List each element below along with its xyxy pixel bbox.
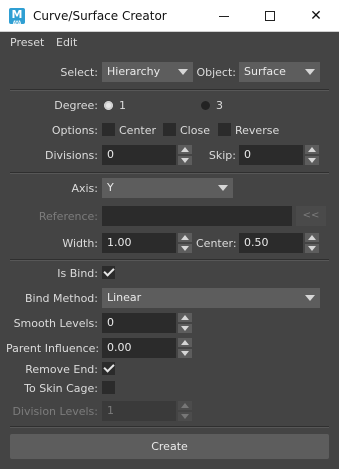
divisions-label: Divisions:	[44, 149, 98, 162]
axis-label: Axis:	[71, 182, 98, 195]
to-skin-cage-label: To Skin Cage:	[24, 382, 98, 395]
close-button[interactable]: ✕	[293, 0, 339, 32]
select-value: Hierarchy	[107, 65, 161, 78]
remove-end-checkbox[interactable]	[102, 362, 115, 375]
stepper-up-icon[interactable]	[178, 338, 192, 347]
object-dropdown[interactable]: Surface	[239, 62, 320, 82]
divisions-field[interactable]: 0	[102, 145, 176, 165]
separator	[10, 172, 329, 174]
menu-edit[interactable]: Edit	[56, 36, 77, 49]
parent-influence-field[interactable]: 0.00	[102, 338, 176, 358]
close-icon: ✕	[310, 8, 322, 24]
width-stepper[interactable]	[178, 233, 192, 253]
is-bind-checkbox[interactable]	[102, 266, 115, 279]
separator	[10, 89, 329, 91]
stepper-down-icon[interactable]	[305, 156, 319, 165]
object-value: Surface	[244, 65, 286, 78]
maximize-icon	[265, 11, 275, 21]
stepper-up-icon[interactable]	[305, 233, 319, 242]
stepper-down-icon[interactable]	[178, 244, 192, 253]
options-label: Options:	[51, 124, 98, 137]
menu-bar: Preset Edit	[0, 32, 339, 52]
width-label: Width:	[62, 237, 98, 250]
reference-field[interactable]	[102, 206, 292, 226]
create-button[interactable]: Create	[10, 434, 329, 459]
separator	[10, 259, 329, 261]
menu-preset[interactable]: Preset	[10, 36, 44, 49]
chevron-down-icon	[173, 62, 193, 82]
stepper-down-icon	[178, 412, 192, 421]
window-title: Curve/Surface Creator	[33, 9, 167, 23]
bind-method-dropdown[interactable]: Linear	[102, 288, 320, 308]
minimize-button[interactable]	[201, 0, 247, 32]
parent-influence-label: Parent Influence:	[6, 342, 100, 355]
separator	[10, 426, 329, 428]
chevron-down-icon	[300, 288, 320, 308]
division-levels-field: 1	[102, 401, 176, 421]
maya-app-icon: M AYA	[9, 8, 25, 25]
bind-method-label: Bind Method:	[24, 292, 98, 305]
degree-label: Degree:	[54, 99, 98, 112]
reverse-checkbox[interactable]	[218, 123, 231, 136]
remove-end-label: Remove End:	[25, 363, 98, 376]
chevron-down-icon	[213, 178, 233, 198]
object-label: Object:	[196, 66, 236, 79]
chevron-down-icon	[300, 62, 320, 82]
close-option-label: Close	[180, 124, 210, 137]
is-bind-label: Is Bind:	[57, 267, 98, 280]
select-dropdown[interactable]: Hierarchy	[102, 62, 193, 82]
maximize-button[interactable]	[247, 0, 293, 32]
division-levels-stepper	[178, 401, 192, 421]
stepper-up-icon[interactable]	[178, 233, 192, 242]
degree-1-label: 1	[119, 99, 126, 112]
to-skin-cage-checkbox[interactable]	[102, 381, 115, 394]
center-label: Center:	[196, 237, 237, 250]
select-label: Select:	[60, 66, 98, 79]
skip-label: Skip:	[208, 149, 236, 162]
division-levels-label: Division Levels:	[12, 405, 98, 418]
divisions-stepper[interactable]	[178, 145, 192, 165]
center-option-label: Center	[119, 124, 157, 137]
stepper-down-icon[interactable]	[178, 349, 192, 358]
center-field[interactable]: 0.50	[239, 233, 303, 253]
degree-3-radio[interactable]	[201, 101, 210, 110]
stepper-down-icon[interactable]	[305, 244, 319, 253]
stepper-down-icon[interactable]	[178, 156, 192, 165]
smooth-levels-stepper[interactable]	[178, 313, 192, 333]
stepper-down-icon[interactable]	[178, 324, 192, 333]
stepper-up-icon[interactable]	[178, 313, 192, 322]
minimize-icon	[219, 15, 229, 17]
parent-influence-stepper[interactable]	[178, 338, 192, 358]
title-bar: M AYA Curve/Surface Creator ✕	[0, 0, 339, 32]
reference-label: Reference:	[38, 210, 98, 223]
stepper-up-icon[interactable]	[178, 145, 192, 154]
axis-dropdown[interactable]: Y	[102, 178, 233, 198]
smooth-levels-label: Smooth Levels:	[13, 317, 98, 330]
stepper-up-icon[interactable]	[305, 145, 319, 154]
smooth-levels-field[interactable]: 0	[102, 313, 176, 333]
reference-load-button[interactable]: <<	[296, 206, 326, 226]
axis-value: Y	[107, 181, 114, 194]
close-checkbox[interactable]	[163, 123, 176, 136]
stepper-up-icon	[178, 401, 192, 410]
skip-stepper[interactable]	[305, 145, 319, 165]
center-checkbox[interactable]	[102, 123, 115, 136]
degree-1-radio[interactable]	[104, 101, 113, 110]
skip-field[interactable]: 0	[239, 145, 303, 165]
center-stepper[interactable]	[305, 233, 319, 253]
degree-3-label: 3	[216, 99, 223, 112]
width-field[interactable]: 1.00	[102, 233, 176, 253]
bind-method-value: Linear	[107, 291, 142, 304]
reverse-option-label: Reverse	[235, 124, 280, 137]
